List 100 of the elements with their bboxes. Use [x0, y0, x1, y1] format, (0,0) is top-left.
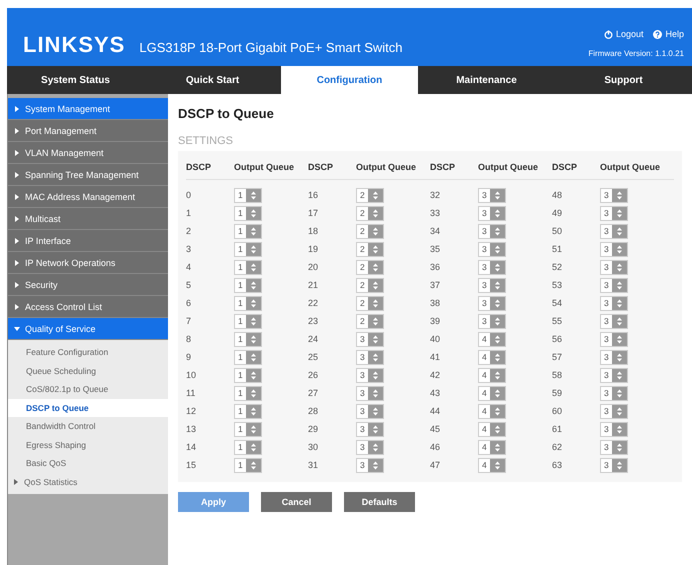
sidebar-item[interactable]: IP Interface	[8, 230, 168, 252]
number-spinner[interactable]: 3	[600, 440, 628, 454]
header-link[interactable]: Help	[653, 29, 684, 39]
number-spinner[interactable]: 3	[478, 314, 506, 328]
number-spinner[interactable]: 1	[234, 368, 262, 382]
sidebar-item[interactable]: Port Management	[8, 120, 168, 142]
number-spinner[interactable]: 1	[234, 206, 262, 220]
table-cell-text: 47	[430, 459, 442, 472]
sidebar-item[interactable]: Security	[8, 274, 168, 296]
number-spinner[interactable]: 4	[478, 440, 506, 454]
number-spinner[interactable]: 4	[478, 368, 506, 382]
submenu-item[interactable]: DSCP to Queue	[8, 398, 168, 417]
number-spinner[interactable]: 2	[356, 224, 384, 238]
number-spinner[interactable]: 3	[600, 404, 628, 418]
submenu-item[interactable]: Egress Shaping	[8, 436, 168, 454]
number-spinner[interactable]: 3	[600, 260, 628, 274]
number-spinner[interactable]: 2	[356, 314, 384, 328]
up-down-arrows-icon	[494, 442, 500, 452]
sidebar-item[interactable]: Quality of Service	[8, 318, 168, 340]
submenu-item[interactable]: CoS/802.1p to Queue	[8, 380, 168, 398]
up-down-arrows-icon	[616, 424, 622, 434]
number-spinner[interactable]: 3	[356, 404, 384, 418]
number-spinner[interactable]: 1	[234, 386, 262, 400]
number-spinner[interactable]: 3	[600, 206, 628, 220]
number-spinner[interactable]: 3	[478, 206, 506, 220]
sidebar-item[interactable]: Access Control List	[8, 296, 168, 318]
number-spinner[interactable]: 4	[478, 458, 506, 472]
number-spinner[interactable]: 3	[356, 350, 384, 364]
number-spinner[interactable]: 3	[600, 332, 628, 346]
number-spinner[interactable]: 3	[600, 242, 628, 256]
number-spinner[interactable]: 3	[600, 314, 628, 328]
sidebar-item[interactable]: Spanning Tree Management	[8, 164, 168, 186]
number-spinner[interactable]: 2	[356, 278, 384, 292]
number-spinner[interactable]: 1	[234, 404, 262, 418]
sidebar-item[interactable]: Multicast	[8, 208, 168, 230]
number-spinner[interactable]: 3	[478, 278, 506, 292]
submenu-item[interactable]: QoS Statistics	[8, 472, 168, 491]
submenu-item[interactable]: Bandwidth Control	[8, 417, 168, 436]
number-spinner[interactable]: 3	[356, 458, 384, 472]
action-button[interactable]: Cancel	[261, 492, 332, 512]
submenu-item[interactable]: Queue Scheduling	[8, 362, 168, 380]
sidebar-item[interactable]: VLAN Management	[8, 142, 168, 164]
number-spinner[interactable]: 1	[234, 422, 262, 436]
submenu-item[interactable]: Feature Configuration	[8, 343, 168, 362]
number-spinner[interactable]: 3	[356, 440, 384, 454]
number-spinner[interactable]: 1	[234, 242, 262, 256]
number-spinner[interactable]: 3	[600, 188, 628, 202]
number-spinner[interactable]: 1	[234, 332, 262, 346]
number-spinner[interactable]: 2	[356, 188, 384, 202]
sidebar-item[interactable]: System Management	[8, 98, 168, 120]
number-spinner[interactable]: 3	[600, 224, 628, 238]
number-spinner[interactable]: 4	[478, 350, 506, 364]
number-spinner[interactable]: 1	[234, 440, 262, 454]
number-spinner[interactable]: 1	[234, 314, 262, 328]
number-spinner[interactable]: 2	[356, 206, 384, 220]
up-down-arrows-icon	[250, 370, 256, 380]
number-spinner[interactable]: 4	[478, 404, 506, 418]
sidebar-item[interactable]: IP Network Operations	[8, 252, 168, 274]
number-spinner[interactable]: 1	[234, 260, 262, 274]
action-button[interactable]: Defaults	[344, 492, 415, 512]
number-spinner[interactable]: 1	[234, 296, 262, 310]
number-spinner[interactable]: 2	[356, 296, 384, 310]
number-spinner[interactable]: 1	[234, 350, 262, 364]
number-spinner[interactable]: 3	[600, 458, 628, 472]
number-spinner[interactable]: 3	[356, 422, 384, 436]
number-spinner[interactable]: 4	[478, 332, 506, 346]
header-link[interactable]: Logout	[604, 29, 644, 39]
nav-tab[interactable]: System Status	[7, 66, 144, 94]
number-spinner[interactable]: 4	[478, 386, 506, 400]
nav-tab[interactable]: Support	[555, 66, 692, 94]
number-spinner[interactable]: 1	[234, 188, 262, 202]
number-spinner[interactable]: 2	[356, 242, 384, 256]
number-spinner[interactable]: 1	[234, 458, 262, 472]
number-spinner[interactable]: 3	[478, 224, 506, 238]
number-spinner[interactable]: 3	[600, 296, 628, 310]
number-spinner[interactable]: 1	[234, 278, 262, 292]
number-spinner[interactable]: 3	[600, 386, 628, 400]
number-spinner[interactable]: 3	[356, 368, 384, 382]
nav-tab[interactable]: Maintenance	[418, 66, 555, 94]
sidebar-item[interactable]: MAC Address Management	[8, 186, 168, 208]
number-spinner[interactable]: 1	[234, 224, 262, 238]
up-down-arrows-icon	[616, 316, 622, 326]
number-spinner[interactable]: 3	[600, 368, 628, 382]
number-spinner[interactable]: 3	[600, 422, 628, 436]
number-spinner[interactable]: 3	[478, 260, 506, 274]
number-spinner[interactable]: 3	[478, 242, 506, 256]
number-spinner[interactable]: 3	[600, 350, 628, 364]
number-spinner[interactable]: 2	[356, 260, 384, 274]
table-cell-text: 39	[430, 315, 442, 328]
up-down-arrows-icon	[616, 226, 622, 236]
number-spinner[interactable]: 3	[478, 188, 506, 202]
number-spinner[interactable]: 3	[356, 386, 384, 400]
number-spinner[interactable]: 3	[356, 332, 384, 346]
up-down-arrows-icon	[372, 226, 378, 236]
nav-tab[interactable]: Configuration	[281, 66, 418, 94]
number-spinner[interactable]: 4	[478, 422, 506, 436]
number-spinner[interactable]: 3	[600, 278, 628, 292]
submenu-item[interactable]: Basic QoS	[8, 454, 168, 472]
number-spinner[interactable]: 3	[478, 296, 506, 310]
nav-tab[interactable]: Quick Start	[144, 66, 281, 94]
